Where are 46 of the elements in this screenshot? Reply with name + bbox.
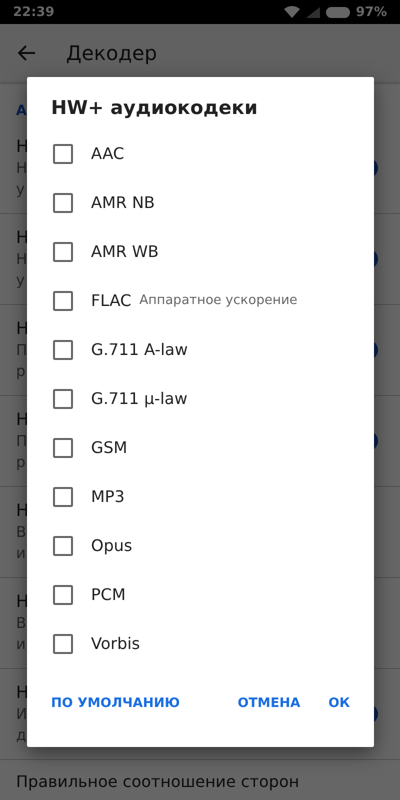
setting-description: д — [16, 726, 28, 745]
setting-description: у — [16, 180, 26, 199]
screen-title: Декодер — [66, 41, 158, 65]
checkbox[interactable] — [53, 634, 73, 654]
checkbox[interactable] — [53, 290, 73, 310]
setting-title: Н — [16, 319, 29, 339]
codec-label: PCM — [91, 585, 126, 604]
dialog-button[interactable]: ОК — [318, 688, 360, 718]
battery-icon — [326, 6, 350, 18]
codec-label: G.711 A-law — [91, 340, 188, 359]
checkbox[interactable] — [53, 144, 73, 164]
setting-title: Н — [16, 683, 29, 703]
checkbox[interactable] — [53, 486, 73, 506]
signal-icon — [306, 6, 320, 18]
battery-percent: 97% — [356, 4, 387, 20]
setting-title: Правильное соотношение сторон — [16, 772, 300, 791]
setting-description: у — [16, 271, 26, 290]
codec-note: Аппаратное ускорение — [139, 293, 298, 308]
clock: 22:39 — [13, 4, 54, 20]
checkbox[interactable] — [53, 584, 73, 604]
setting-title: Н — [16, 592, 29, 612]
section-header: А — [16, 103, 27, 119]
wifi-icon — [284, 6, 300, 18]
dialog-button[interactable]: ПО УМОЛЧАНИЮ — [41, 688, 190, 718]
checkbox[interactable] — [53, 340, 73, 360]
checkbox[interactable] — [53, 242, 73, 262]
setting-title: Н — [16, 501, 29, 521]
codec-label: FLAC — [91, 291, 132, 310]
codec-label: Opus — [91, 536, 132, 555]
codec-label: MP3 — [91, 487, 125, 506]
dialog-title: HW+ аудиокодеки — [50, 97, 259, 119]
codec-label: Vorbis — [91, 634, 140, 653]
setting-title: Н — [16, 228, 29, 248]
codec-label: G.711 µ-law — [91, 389, 188, 408]
back-arrow-icon[interactable] — [18, 45, 36, 61]
codec-label: AMR WB — [91, 242, 159, 261]
setting-title: Н — [16, 137, 29, 157]
checkbox[interactable] — [53, 536, 73, 556]
checkbox[interactable] — [53, 438, 73, 458]
dialog-button[interactable]: ОТМЕНА — [228, 688, 310, 718]
checkbox[interactable] — [53, 388, 73, 408]
setting-title: Н — [16, 410, 29, 430]
codec-label: AAC — [91, 144, 124, 163]
codec-label: AMR NB — [91, 193, 155, 212]
codec-label: GSM — [91, 438, 128, 457]
checkbox[interactable] — [53, 192, 73, 212]
